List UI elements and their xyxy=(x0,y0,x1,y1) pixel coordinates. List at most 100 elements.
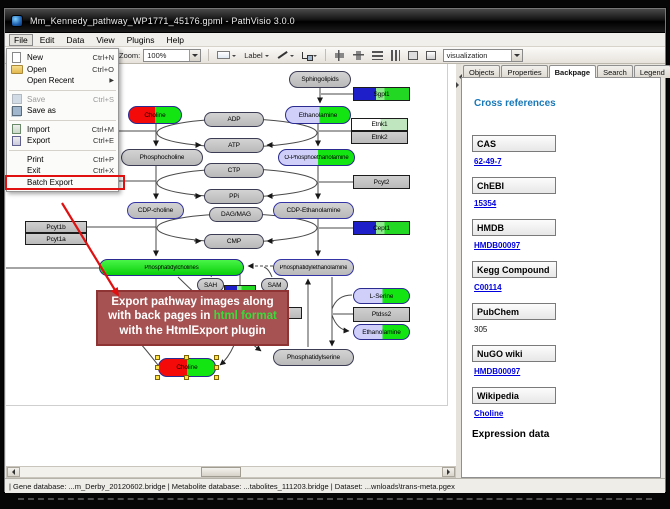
file-menu-item-import[interactable]: ImportCtrl+M xyxy=(7,124,118,136)
xref-link-hmdb00097[interactable]: HMDB00097 xyxy=(474,367,650,376)
menu-view[interactable]: View xyxy=(91,34,119,46)
node-label: Choline xyxy=(176,364,197,371)
page-layout-button[interactable] xyxy=(423,48,439,62)
new-line-button[interactable] xyxy=(274,48,297,62)
node-ctp[interactable]: CTP xyxy=(204,163,264,178)
screenshot-edge-artifact xyxy=(18,498,652,500)
file-menu-item-open-recent[interactable]: Open Recent▶ xyxy=(7,75,118,87)
node-l-serine[interactable]: L-Serine xyxy=(353,288,410,304)
file-menu-item-print[interactable]: PrintCtrl+P xyxy=(7,154,118,166)
node-ptdss2[interactable]: Ptdss2 xyxy=(353,307,410,322)
selection-handle[interactable] xyxy=(214,365,219,370)
node-cdp-choline[interactable]: CDP-choline xyxy=(127,202,184,219)
pathvisio-window: Mm_Kennedy_pathway_WP1771_45176.gpml - P… xyxy=(4,8,666,492)
menu-file[interactable]: File xyxy=(9,34,33,46)
selection-handle[interactable] xyxy=(214,375,219,380)
node-cmp[interactable]: CMP xyxy=(204,234,264,249)
file-menu-item-exit[interactable]: ExitCtrl+X xyxy=(7,165,118,177)
node-phosphatidylethanolamine[interactable]: Phosphatidylethanolamine xyxy=(273,259,354,276)
file-menu-item-batch-export[interactable]: Batch Export xyxy=(7,177,123,189)
menu-help[interactable]: Help xyxy=(162,34,189,46)
file-menu-item-save[interactable]: SaveCtrl+S xyxy=(7,94,118,106)
horizontal-scrollbar[interactable] xyxy=(6,466,456,478)
annotation-highlight: html format xyxy=(214,310,277,322)
node-o-phosphoethanolamine[interactable]: O-Phosphoethanolamine xyxy=(278,149,355,166)
distribute-rows-button[interactable] xyxy=(369,48,386,62)
selection-handle[interactable] xyxy=(155,355,160,360)
node-cdp-ethanolamine[interactable]: CDP-Ethanolamine xyxy=(273,202,354,219)
new-gene-product-button[interactable] xyxy=(214,48,239,62)
file-menu-item-export[interactable]: ExportCtrl+E xyxy=(7,135,118,147)
node-choline-top[interactable]: Choline xyxy=(128,106,182,124)
selection-handle[interactable] xyxy=(155,365,160,370)
right-panel: ObjectsPropertiesBackpageSearchLegend Cr… xyxy=(461,64,661,478)
chevron-down-icon[interactable] xyxy=(511,50,522,61)
node-cept1[interactable]: Cept1 xyxy=(353,221,410,235)
node-label: CDP-Ethanolamine xyxy=(286,207,340,214)
xref-link-15354[interactable]: 15354 xyxy=(474,199,650,208)
xref-link-choline[interactable]: Choline xyxy=(474,409,650,418)
node-label: Cept1 xyxy=(373,225,390,232)
xref-link-hmdb00097[interactable]: HMDB00097 xyxy=(474,241,650,250)
node-pcyt1b[interactable]: Pcyt1b xyxy=(25,221,87,233)
new-label-button[interactable]: Label xyxy=(241,48,271,62)
node-ethanolamine-top[interactable]: Ethanolamine xyxy=(285,106,351,124)
xref-sections: CAS62-49-7ChEBI15354HMDBHMDB00097Kegg Co… xyxy=(472,135,650,418)
scroll-right-button[interactable] xyxy=(442,467,455,477)
node-dag-mag[interactable]: DAG/MAG xyxy=(209,207,263,222)
zoom-combobox[interactable]: 100% xyxy=(143,49,201,62)
node-choline-selected[interactable]: Choline xyxy=(158,358,216,377)
node-label: L-Serine xyxy=(370,293,394,300)
node-atp[interactable]: ATP xyxy=(204,138,264,153)
menu-edit[interactable]: Edit xyxy=(35,34,60,46)
common-size-button[interactable] xyxy=(405,48,421,62)
expression-data-heading: Expression data xyxy=(472,429,650,440)
submenu-arrow-icon: ▶ xyxy=(103,77,114,84)
xref-source-hmdb: HMDB xyxy=(472,219,556,236)
file-menu-item-open[interactable]: OpenCtrl+O xyxy=(7,64,118,76)
node-ethanolamine-bottom[interactable]: Ethanolamine xyxy=(353,324,410,340)
align-center-y-button[interactable] xyxy=(350,48,367,62)
chevron-down-icon[interactable] xyxy=(189,50,200,61)
xref-link-c00114[interactable]: C00114 xyxy=(474,283,650,292)
import-icon xyxy=(10,124,23,134)
selection-handle[interactable] xyxy=(214,355,219,360)
node-etnk2[interactable]: Etnk2 xyxy=(351,131,408,144)
tab-backpage[interactable]: Backpage xyxy=(549,65,596,78)
toolbar-separator xyxy=(325,49,326,61)
xref-link-62-49-7[interactable]: 62-49-7 xyxy=(474,157,650,166)
node-phosphocholine[interactable]: Phosphocholine xyxy=(121,149,203,166)
selection-handle[interactable] xyxy=(184,375,189,380)
menu-data[interactable]: Data xyxy=(61,34,89,46)
node-pcyt2[interactable]: Pcyt2 xyxy=(353,175,410,189)
file-menu-item-save-as[interactable]: Save as xyxy=(7,105,118,117)
visualization-combobox[interactable]: visualization xyxy=(443,49,523,62)
file-menu-item-new[interactable]: NewCtrl+N xyxy=(7,52,118,64)
new-connector-button[interactable] xyxy=(299,48,320,62)
align-center-x-button[interactable] xyxy=(331,48,348,62)
node-ppi[interactable]: PPi xyxy=(204,189,264,204)
node-label: DAG/MAG xyxy=(221,211,251,218)
scroll-left-button[interactable] xyxy=(7,467,20,477)
node-sphingolipids[interactable]: Sphingolipids xyxy=(289,71,351,88)
menu-item-label: Export xyxy=(27,136,87,145)
node-pcyt1a[interactable]: Pcyt1a xyxy=(25,233,87,245)
xref-source-kegg-compound: Kegg Compound xyxy=(472,261,557,278)
selection-handle[interactable] xyxy=(184,355,189,360)
chevron-down-icon xyxy=(290,55,294,59)
selection-handle[interactable] xyxy=(155,375,160,380)
node-label: CDP-choline xyxy=(138,207,173,214)
xref-source-chebi: ChEBI xyxy=(472,177,556,194)
node-label: CMP xyxy=(227,238,241,245)
menu-plugins[interactable]: Plugins xyxy=(122,34,160,46)
scrollbar-thumb[interactable] xyxy=(201,467,241,477)
node-etnk1[interactable]: Etnk1 xyxy=(351,118,408,131)
distribute-columns-button[interactable] xyxy=(388,48,403,62)
node-adp[interactable]: ADP xyxy=(204,112,264,127)
node-sgpl1[interactable]: Sgpl1 xyxy=(353,87,410,101)
distribute-columns-icon xyxy=(391,50,400,61)
menu-item-label: Batch Export xyxy=(27,178,113,187)
node-phosphatidylserine[interactable]: Phosphatidylserine xyxy=(273,349,354,366)
node-phosphatidylcholines[interactable]: Phosphatidylcholines xyxy=(99,259,244,276)
scrollbar-track[interactable] xyxy=(20,467,442,477)
